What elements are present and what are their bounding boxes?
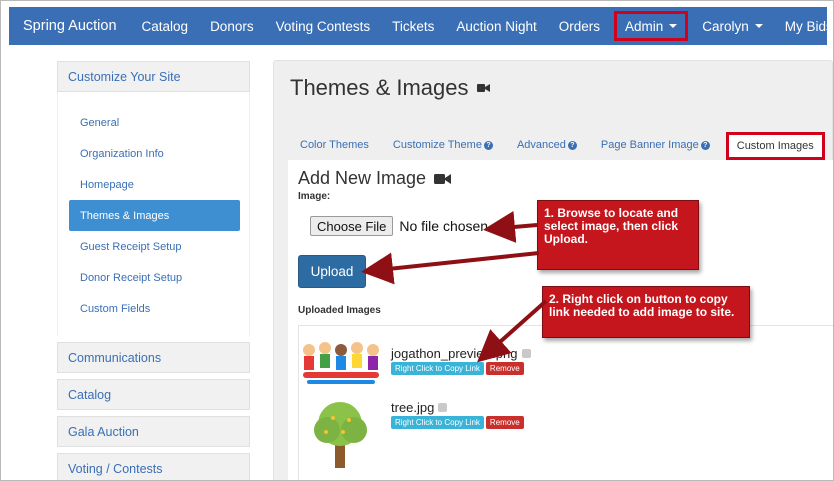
top-navbar: Spring Auction Catalog Donors Voting Con… bbox=[9, 7, 833, 45]
tab-custom-images-label: Custom Images bbox=[736, 140, 814, 152]
nav-catalog[interactable]: Catalog bbox=[131, 7, 200, 45]
sidebar-section-communications[interactable]: Communications bbox=[57, 342, 250, 373]
tab-custom-images[interactable]: Custom Images bbox=[725, 132, 825, 160]
sidebar-item-donor-receipt-setup[interactable]: Donor Receipt Setup bbox=[69, 262, 249, 293]
brand-link[interactable]: Spring Auction bbox=[9, 18, 131, 34]
uploaded-images-label: Uploaded Images bbox=[298, 305, 381, 316]
remove-button[interactable]: Remove bbox=[485, 416, 524, 429]
sidebar-item-themes-images[interactable]: Themes & Images bbox=[69, 200, 240, 231]
nav-my-bids-dropdown[interactable]: My Bids bbox=[774, 7, 833, 45]
nav-my-bids-label: My Bids bbox=[784, 18, 833, 34]
list-item: jogathon_preview.png Right Click to Copy… bbox=[299, 336, 531, 392]
jogathon-thumbnail bbox=[299, 336, 381, 392]
nav-tickets[interactable]: Tickets bbox=[381, 7, 445, 45]
help-icon[interactable]: ? bbox=[700, 140, 710, 150]
image-meta: jogathon_preview.png Right Click to Copy… bbox=[391, 336, 531, 392]
page-title-text: Themes & Images bbox=[290, 75, 469, 100]
remove-button[interactable]: Remove bbox=[485, 362, 524, 375]
nav-donors[interactable]: Donors bbox=[199, 7, 265, 45]
no-file-chosen-text: No file chosen bbox=[399, 218, 489, 234]
sidebar: Customize Your Site General Organization… bbox=[57, 61, 250, 480]
image-filename-text: jogathon_preview.png bbox=[391, 346, 518, 361]
list-item: tree.jpg Right Click to Copy Link Remove bbox=[299, 400, 524, 468]
tab-color-themes-label: Color Themes bbox=[300, 139, 369, 151]
upload-button[interactable]: Upload bbox=[298, 255, 366, 288]
sidebar-item-guest-receipt-setup[interactable]: Guest Receipt Setup bbox=[69, 231, 249, 262]
page-title: Themes & Images bbox=[290, 75, 490, 101]
screenshot-frame: Spring Auction Catalog Donors Voting Con… bbox=[0, 0, 834, 481]
nav-auction-night[interactable]: Auction Night bbox=[445, 7, 547, 45]
image-field-label: Image: bbox=[298, 191, 331, 202]
help-icon[interactable]: ? bbox=[567, 140, 577, 150]
sidebar-item-homepage[interactable]: Homepage bbox=[69, 169, 249, 200]
sidebar-item-organization-info[interactable]: Organization Info bbox=[69, 138, 249, 169]
main-panel: Themes & Images Color Themes Customize T… bbox=[273, 60, 833, 480]
video-camera-icon[interactable] bbox=[476, 83, 490, 93]
image-filename: tree.jpg bbox=[391, 400, 524, 415]
nav-user-label: Carolyn bbox=[702, 18, 749, 34]
callout-step-two: 2. Right click on button to copy link ne… bbox=[542, 286, 750, 338]
tab-page-banner-image-label: Page Banner Image bbox=[600, 139, 699, 151]
tab-advanced-label: Advanced bbox=[516, 139, 566, 151]
image-meta: tree.jpg Right Click to Copy Link Remove bbox=[391, 400, 524, 456]
sidebar-section-gala-auction[interactable]: Gala Auction bbox=[57, 416, 250, 447]
tab-page-banner-image[interactable]: Page Banner Image ? bbox=[589, 130, 722, 160]
copy-link-button[interactable]: Right Click to Copy Link bbox=[391, 362, 484, 375]
nav-admin-dropdown[interactable]: Admin bbox=[613, 11, 689, 41]
add-image-heading-text: Add New Image bbox=[298, 168, 427, 188]
sidebar-list: General Organization Info Homepage Theme… bbox=[57, 92, 250, 336]
nav-orders[interactable]: Orders bbox=[548, 7, 611, 45]
file-input[interactable]: Choose File No file chosen bbox=[310, 216, 488, 236]
callout-step-one: 1. Browse to locate and select image, th… bbox=[537, 200, 699, 270]
tab-customize-theme-label: Customize Theme bbox=[392, 139, 482, 151]
video-camera-icon[interactable] bbox=[434, 173, 452, 185]
sidebar-item-general[interactable]: General bbox=[69, 107, 249, 138]
image-actions: Right Click to Copy Link Remove bbox=[391, 362, 531, 375]
caret-down-icon bbox=[669, 24, 678, 28]
image-filename-text: tree.jpg bbox=[391, 400, 435, 415]
nav-user-dropdown[interactable]: Carolyn bbox=[691, 7, 774, 45]
sidebar-section-voting-contests[interactable]: Voting / Contests bbox=[57, 453, 250, 480]
tab-bar: Color Themes Customize Theme ? Advanced … bbox=[288, 130, 825, 160]
nav-admin-label: Admin bbox=[624, 18, 664, 34]
uploaded-images-list: jogathon_preview.png Right Click to Copy… bbox=[298, 325, 833, 480]
sidebar-section-catalog[interactable]: Catalog bbox=[57, 379, 250, 410]
tree-thumbnail bbox=[299, 400, 381, 468]
copy-link-button[interactable]: Right Click to Copy Link bbox=[391, 416, 484, 429]
add-image-heading: Add New Image bbox=[298, 168, 452, 189]
choose-file-button[interactable]: Choose File bbox=[310, 216, 394, 236]
sidebar-item-custom-fields[interactable]: Custom Fields bbox=[69, 293, 249, 324]
image-filename: jogathon_preview.png bbox=[391, 346, 531, 361]
nav-voting-contests[interactable]: Voting Contests bbox=[265, 7, 382, 45]
caret-down-icon bbox=[754, 24, 763, 28]
tab-advanced[interactable]: Advanced ? bbox=[505, 130, 589, 160]
tab-customize-theme[interactable]: Customize Theme ? bbox=[381, 130, 505, 160]
tab-color-themes[interactable]: Color Themes bbox=[288, 130, 381, 160]
puzzle-icon bbox=[521, 349, 531, 358]
sidebar-header[interactable]: Customize Your Site bbox=[57, 61, 250, 92]
puzzle-icon bbox=[438, 403, 448, 412]
image-actions: Right Click to Copy Link Remove bbox=[391, 416, 524, 429]
help-icon[interactable]: ? bbox=[483, 140, 493, 150]
